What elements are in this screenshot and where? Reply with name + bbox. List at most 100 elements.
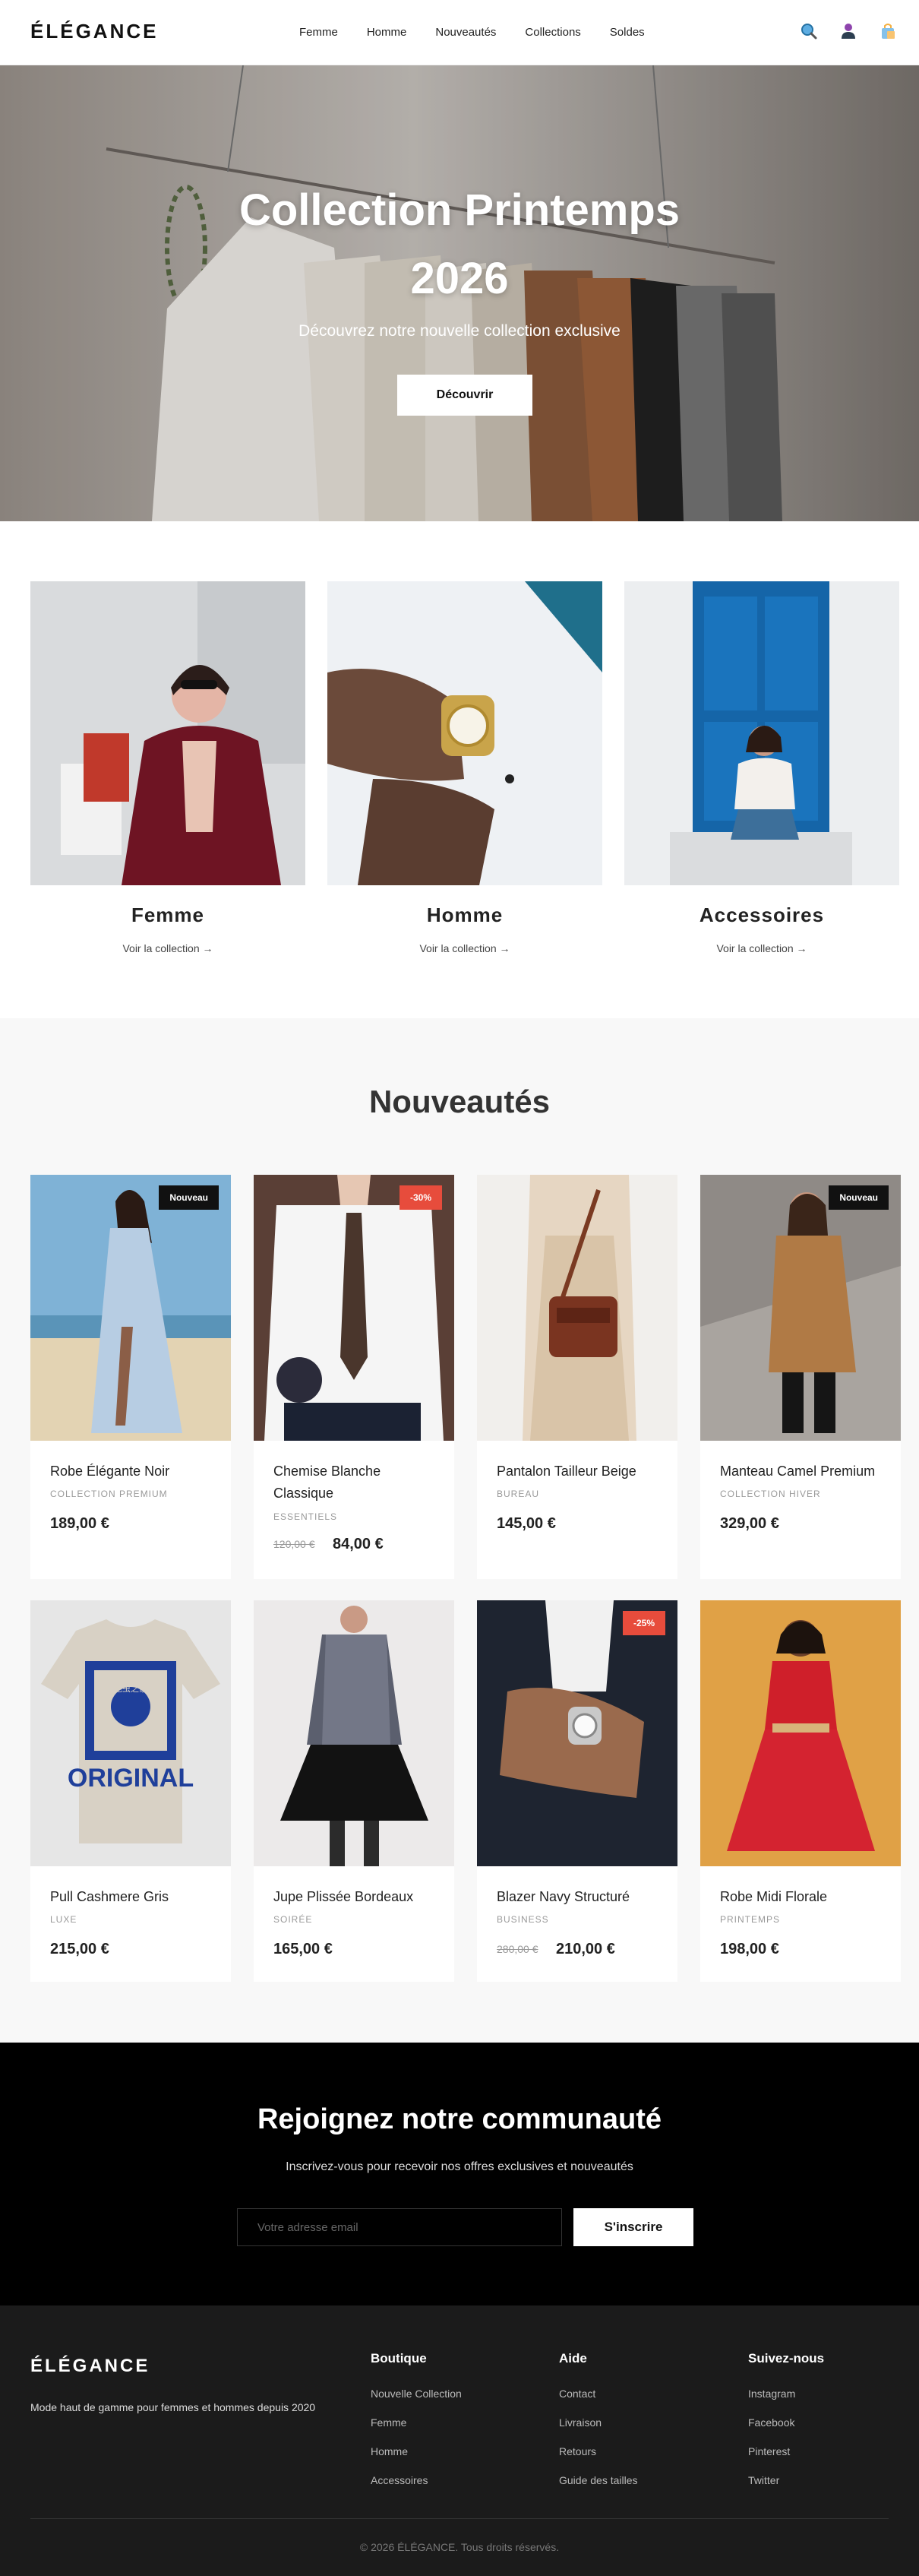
cart-icon[interactable] <box>878 21 898 41</box>
discount-badge: -30% <box>399 1185 442 1210</box>
footer-description: Mode haut de gamme pour femmes et hommes… <box>30 2401 316 2413</box>
product-category: COLLECTION PREMIUM <box>50 1489 168 1499</box>
product-category: LUXE <box>50 1914 77 1925</box>
product-price: 210,00 € <box>556 1941 615 1957</box>
product-price: 145,00 € <box>497 1515 556 1532</box>
product-name[interactable]: Pantalon Tailleur Beige <box>497 1460 664 1483</box>
newsletter-title: Rejoignez notre communauté <box>257 2103 662 2135</box>
category-link[interactable]: Voir la collection → <box>624 942 899 954</box>
footer-column-title: Aide <box>559 2351 587 2366</box>
category-title: Femme <box>131 903 205 926</box>
product-card[interactable]: Robe Midi Florale PRINTEMPS 198,00 € <box>700 1600 901 1982</box>
footer-column-boutique: Boutique Nouvelle Collection Femme Homme… <box>371 2351 462 2503</box>
category-image-homme <box>327 581 602 885</box>
footer-link[interactable]: Twitter <box>748 2474 824 2489</box>
product-price: 189,00 € <box>50 1515 109 1532</box>
product-card[interactable]: Nouveau Robe Élégante Noir COLLECTION PR… <box>30 1175 231 1579</box>
category-image-accessoires <box>624 581 899 885</box>
category-card-accessoires[interactable]: Accessoires Voir la collection → <box>624 581 899 954</box>
category-card-femme[interactable]: Femme Voir la collection → <box>30 581 305 954</box>
nav-item-nouveautes[interactable]: Nouveautés <box>435 26 496 39</box>
product-card[interactable]: Pantalon Tailleur Beige BUREAU 145,00 € <box>477 1175 677 1579</box>
hero-banner: Collection Printemps 2026 Découvrez notr… <box>0 65 919 521</box>
product-name[interactable]: Manteau Camel Premium <box>720 1460 887 1483</box>
footer-link[interactable]: Nouvelle Collection <box>371 2388 462 2402</box>
site-logo[interactable]: ÉLÉGANCE <box>30 20 158 43</box>
subscribe-button[interactable]: S'inscrire <box>573 2208 693 2246</box>
footer-link[interactable]: Facebook <box>748 2416 824 2431</box>
product-price: 84,00 € <box>333 1536 384 1552</box>
footer-link[interactable]: Contact <box>559 2388 638 2402</box>
footer-logo: ÉLÉGANCE <box>30 2356 150 2376</box>
product-category: COLLECTION HIVER <box>720 1489 821 1499</box>
nav-item-soldes[interactable]: Soldes <box>610 26 645 39</box>
category-image-femme <box>30 581 305 885</box>
product-image: Nouveau <box>700 1175 901 1441</box>
category-link[interactable]: Voir la collection → <box>327 942 602 954</box>
product-name[interactable]: Robe Élégante Noir <box>50 1460 217 1483</box>
product-price: 329,00 € <box>720 1515 779 1532</box>
hero-subtitle: Découvrez notre nouvelle collection excl… <box>298 322 621 340</box>
footer-column-aide: Aide Contact Livraison Retours Guide des… <box>559 2351 638 2503</box>
product-old-price: 280,00 € <box>497 1943 538 1955</box>
footer-column-title: Boutique <box>371 2351 427 2366</box>
discount-badge: -25% <box>622 1611 665 1635</box>
product-image: Nouveau <box>30 1175 231 1441</box>
product-old-price: 120,00 € <box>273 1538 315 1550</box>
footer-link[interactable]: Pinterest <box>748 2445 824 2460</box>
nav-item-homme[interactable]: Homme <box>367 26 407 39</box>
product-category: PRINTEMPS <box>720 1914 781 1925</box>
user-icon[interactable] <box>838 21 858 41</box>
product-name[interactable]: Blazer Navy Structuré <box>497 1886 664 1908</box>
new-arrivals-section: Nouveautés Nouveau Robe Élégante Noir CO… <box>0 1018 919 2043</box>
product-card[interactable]: Jupe Plissée Bordeaux SOIRÉE 165,00 € <box>254 1600 454 1982</box>
product-price: 165,00 € <box>273 1941 333 1957</box>
product-card[interactable]: Nouveau Manteau Camel Premium COLLECTION… <box>700 1175 901 1579</box>
product-category: ESSENTIELS <box>273 1511 338 1522</box>
product-price: 215,00 € <box>50 1941 109 1957</box>
discover-button[interactable]: Découvrir <box>397 375 532 416</box>
product-category: BUSINESS <box>497 1914 549 1925</box>
product-name[interactable]: Jupe Plissée Bordeaux <box>273 1886 441 1908</box>
footer-link[interactable]: Instagram <box>748 2388 824 2402</box>
new-badge: Nouveau <box>159 1185 219 1210</box>
category-card-homme[interactable]: Homme Voir la collection → <box>327 581 602 954</box>
site-footer: ÉLÉGANCE Mode haut de gamme pour femmes … <box>0 2305 919 2576</box>
category-title: Homme <box>426 903 504 926</box>
tshirt-print-main: ORIGINAL <box>68 1764 194 1793</box>
search-icon[interactable] <box>799 21 819 41</box>
hero-title: Collection Printemps 2026 <box>238 185 681 303</box>
category-title: Accessoires <box>699 903 825 926</box>
footer-link[interactable]: Accessoires <box>371 2474 462 2489</box>
product-card[interactable]: -30% Chemise Blanche Classique ESSENTIEL… <box>254 1175 454 1579</box>
nav-item-collections[interactable]: Collections <box>525 26 580 39</box>
footer-column-social: Suivez-nous Instagram Facebook Pinterest… <box>748 2351 824 2503</box>
email-field[interactable] <box>237 2208 562 2246</box>
footer-link[interactable]: Livraison <box>559 2416 638 2431</box>
footer-link[interactable]: Retours <box>559 2445 638 2460</box>
product-name[interactable]: Chemise Blanche Classique <box>273 1460 441 1505</box>
product-name[interactable]: Robe Midi Florale <box>720 1886 887 1908</box>
site-header: ÉLÉGANCE Femme Homme Nouveautés Collecti… <box>0 0 919 65</box>
footer-divider <box>30 2518 889 2519</box>
product-category: SOIRÉE <box>273 1914 313 1925</box>
product-card[interactable]: 毛虫之家 ORIGINAL Pull Cashmere Gris LUXE 21… <box>30 1600 231 1982</box>
product-image: 毛虫之家 ORIGINAL <box>30 1600 231 1866</box>
product-name[interactable]: Pull Cashmere Gris <box>50 1886 217 1908</box>
product-image <box>477 1175 677 1441</box>
section-title: Nouveautés <box>368 1084 551 1119</box>
footer-link[interactable]: Homme <box>371 2445 462 2460</box>
footer-link[interactable]: Guide des tailles <box>559 2474 638 2489</box>
newsletter-section: Rejoignez notre communauté Inscrivez-vou… <box>0 2043 919 2305</box>
tshirt-print-top: 毛虫之家 <box>114 1683 147 1694</box>
nav-item-femme[interactable]: Femme <box>299 26 338 39</box>
product-image <box>254 1600 454 1866</box>
footer-link[interactable]: Femme <box>371 2416 462 2431</box>
product-category: BUREAU <box>497 1489 540 1499</box>
newsletter-subtitle: Inscrivez-vous pour recevoir nos offres … <box>286 2160 633 2173</box>
product-image <box>700 1600 901 1866</box>
product-image: -30% <box>254 1175 454 1441</box>
product-image: -25% <box>477 1600 677 1866</box>
category-link[interactable]: Voir la collection → <box>30 942 305 954</box>
product-card[interactable]: -25% Blazer Navy Structuré BUSINESS 280,… <box>477 1600 677 1982</box>
